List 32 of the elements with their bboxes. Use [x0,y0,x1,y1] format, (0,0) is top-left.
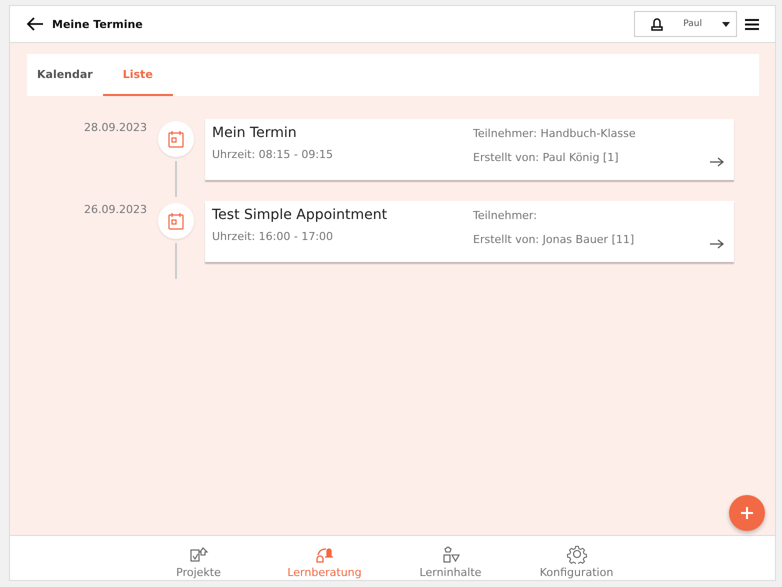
tab[interactable]: Liste [102,54,173,96]
back-arrow-icon[interactable] [26,17,44,31]
participants-text: Teilnehmer: Handbuch-Klasse [473,127,636,140]
date-label: 28.09.2023 [83,120,147,136]
participants-text: Teilnehmer: [473,209,537,222]
nav-item[interactable]: Projekte [136,536,262,580]
nav-item[interactable]: Lernberatung [262,536,388,580]
caret-icon [722,22,730,26]
date-label: 26.09.2023 [83,202,147,218]
appointment-title: Test Simple Appointment [212,207,388,223]
document-icon [188,546,208,564]
shapes-icon [440,546,460,564]
page-title: Meine Termine [52,18,144,30]
menu-icon[interactable] [745,18,759,30]
time-text: Uhrzeit: 16:00 - 17:00 [212,230,334,243]
time-text: Uhrzeit: 08:15 - 09:15 [212,148,334,161]
appointment-card[interactable]: Test Simple Appointment Uhrzeit: 16:00 - 17:00 Teilnehmer: Erstellt von: Jonas Bauer [11] [205,201,734,262]
arrow-right-icon[interactable] [710,239,724,249]
calendar-icon [168,212,184,230]
arrow-right-icon[interactable] [710,157,724,167]
creator-text: Erstellt von: Paul König [1] [473,151,619,164]
calendar-icon [168,130,184,148]
appointment-card[interactable]: Mein Termin Uhrzeit: 08:15 - 09:15 Teilnehmer: Handbuch-Klasse Erstellt von: Paul König [1] [205,119,734,180]
add-button[interactable] [729,495,765,531]
appointment-title: Mein Termin [212,125,298,141]
settings-icon [566,544,586,564]
nav-item[interactable]: Konfiguration [514,536,640,580]
user-dropdown[interactable]: Paul [634,11,737,37]
creator-text: Erstellt von: Jonas Bauer [11] [473,233,634,246]
plus-icon [740,506,754,520]
nav-item[interactable]: Lerninhalte [388,536,514,580]
tab[interactable]: Kalendar [27,54,103,96]
